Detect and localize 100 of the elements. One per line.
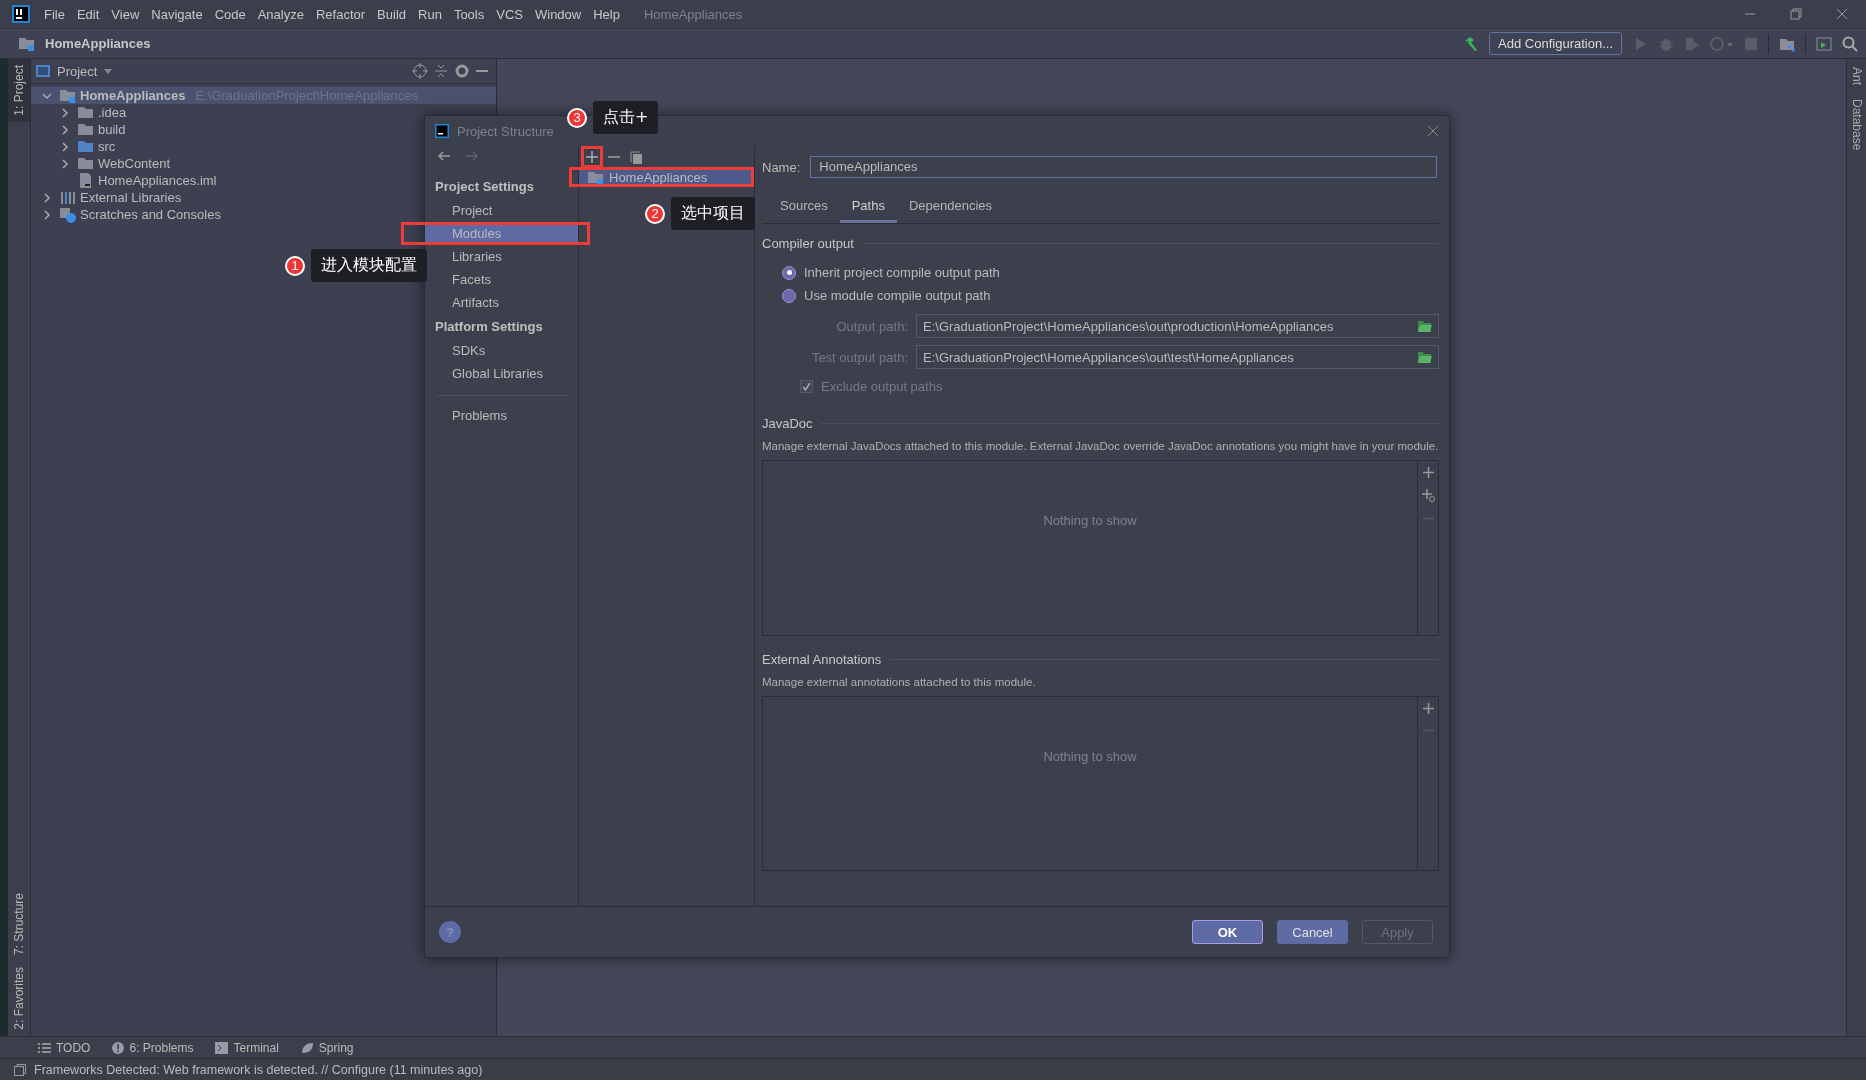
tool-window-tab[interactable]: Ant (1847, 67, 1866, 85)
nav-item[interactable]: SDKs (425, 339, 578, 362)
tree-item[interactable]: HomeAppliances.iml (31, 172, 221, 189)
menu-item[interactable]: Help (587, 6, 626, 22)
app-logo-icon (435, 124, 449, 138)
warning-icon (112, 1041, 125, 1054)
empty-list-text: Nothing to show (1043, 513, 1137, 530)
close-icon[interactable] (1427, 125, 1439, 137)
status-icon (14, 1063, 26, 1076)
run-window-icon[interactable] (1816, 35, 1832, 52)
nav-item[interactable]: Artifacts (425, 291, 578, 314)
tool-window-tab[interactable]: Terminal (233, 1040, 279, 1055)
tool-window-tab[interactable]: 1: Project (8, 59, 30, 122)
check-mark (801, 381, 812, 392)
chevron-right-icon[interactable] (60, 158, 70, 169)
leaf-icon (300, 1041, 314, 1054)
field-label: Output path: (835, 318, 908, 334)
folder-icon (59, 87, 76, 104)
back-arrow-icon[interactable] (437, 150, 451, 162)
tree-item[interactable]: .idea (31, 104, 131, 121)
name-field[interactable]: HomeAppliances (810, 156, 1437, 178)
tree-item[interactable]: External Libraries (31, 189, 186, 206)
search-icon[interactable] (1842, 35, 1858, 52)
tree-item[interactable]: build (31, 121, 130, 138)
chevron-right-icon[interactable] (60, 107, 70, 118)
chevron-right-icon[interactable] (60, 141, 70, 152)
tree-item[interactable]: Scratches and Consoles (31, 206, 225, 223)
tool-window-tab[interactable]: TODO (56, 1040, 91, 1055)
window-title: HomeAppliances (643, 6, 743, 22)
menu-item[interactable]: Window (528, 6, 588, 22)
tree-item[interactable]: WebContent (31, 155, 175, 172)
description-text: Manage external JavaDocs attached to this module. External JavaDoc override JavaDoc annotations you might have in your module. (762, 439, 1439, 454)
menu-item[interactable]: VCS (490, 6, 529, 22)
list-icon (38, 1041, 51, 1054)
menu-item[interactable]: File (38, 6, 71, 22)
nav-item[interactable]: Libraries (425, 245, 578, 268)
tool-window-tab[interactable]: Spring (318, 1040, 354, 1055)
breadcrumb[interactable]: HomeAppliances (45, 36, 151, 51)
menu-item[interactable]: Build (371, 6, 412, 22)
nav-item[interactable]: Problems (425, 404, 578, 427)
panel-title[interactable]: Project (57, 63, 98, 79)
folder-icon (77, 121, 94, 138)
field-label: Test output path: (810, 349, 908, 365)
chevron-right-icon[interactable] (60, 124, 70, 135)
menu-item[interactable]: Tools (447, 6, 491, 22)
close-icon[interactable] (1836, 8, 1848, 20)
menu-item[interactable]: Edit (70, 6, 106, 22)
dialog-button[interactable]: Cancel (1277, 920, 1348, 944)
folder-open-icon[interactable] (1418, 351, 1432, 363)
tab[interactable]: Paths (839, 192, 897, 223)
tool-window-tab[interactable]: 2: Favorites (8, 961, 30, 1036)
chevron-right-icon[interactable] (42, 192, 52, 203)
nav-item[interactable]: Global Libraries (425, 362, 578, 385)
tool-window-tab[interactable]: 6: Problems (129, 1040, 194, 1055)
copy-icon[interactable] (630, 150, 642, 164)
menu-item[interactable]: Run (412, 6, 448, 22)
status-message: Frameworks Detected: Web framework is detected. // Configure (11 minutes ago) (34, 1062, 483, 1077)
description-text: Manage external annotations attached to this module. (762, 675, 1037, 690)
tree-item[interactable]: src (31, 138, 120, 155)
terminal-icon (215, 1041, 229, 1054)
collapse-icon[interactable] (434, 63, 448, 79)
menu-item[interactable]: View (105, 6, 146, 22)
hammer-icon[interactable] (1463, 35, 1480, 52)
restore-icon[interactable] (1790, 8, 1802, 20)
checkbox-label: Exclude output paths (821, 379, 943, 394)
tab[interactable]: Sources (768, 192, 840, 223)
empty-list-text: Nothing to show (1043, 749, 1137, 766)
library-icon (59, 189, 76, 206)
radio-label: Inherit project compile output path (804, 265, 1000, 280)
tool-window-tab[interactable]: 7: Structure (8, 887, 30, 962)
nav-item[interactable]: Facets (425, 268, 578, 291)
run-configuration-button[interactable]: Add Configuration... (1489, 32, 1622, 55)
caret-icon[interactable] (103, 66, 114, 76)
add-icon[interactable] (1422, 467, 1434, 478)
menu-item[interactable]: Analyze (251, 6, 310, 22)
radio-button[interactable] (782, 288, 796, 303)
menu-item[interactable]: Refactor (309, 6, 372, 22)
callout-label: 选中项目 (671, 197, 755, 230)
nav-item[interactable]: Project (425, 199, 578, 222)
callout-label: 进入模块配置 (311, 249, 427, 282)
dialog-title: Project Structure (457, 123, 554, 139)
app-logo-icon (12, 5, 30, 23)
add-link-icon[interactable] (1421, 489, 1435, 502)
section-heading: External Annotations (762, 652, 882, 667)
folder-icon (77, 155, 94, 172)
add-icon[interactable] (1422, 703, 1434, 714)
section-heading: JavaDoc (762, 416, 813, 431)
chevron-down-icon[interactable] (42, 90, 52, 101)
radio-button[interactable] (782, 265, 796, 280)
tab[interactable]: Dependencies (896, 192, 1005, 223)
field-label: Name: (762, 159, 801, 175)
menu-item[interactable]: Navigate (145, 6, 209, 22)
menu-item[interactable]: Code (208, 6, 252, 22)
locate-icon[interactable] (412, 63, 428, 79)
folder-open-icon[interactable] (1418, 320, 1432, 332)
folder-icon (18, 35, 35, 52)
tool-window-tab[interactable]: Database (1847, 99, 1866, 151)
add-icon[interactable] (586, 151, 598, 163)
chevron-right-icon[interactable] (42, 209, 52, 220)
dialog-button[interactable]: OK (1192, 920, 1263, 944)
